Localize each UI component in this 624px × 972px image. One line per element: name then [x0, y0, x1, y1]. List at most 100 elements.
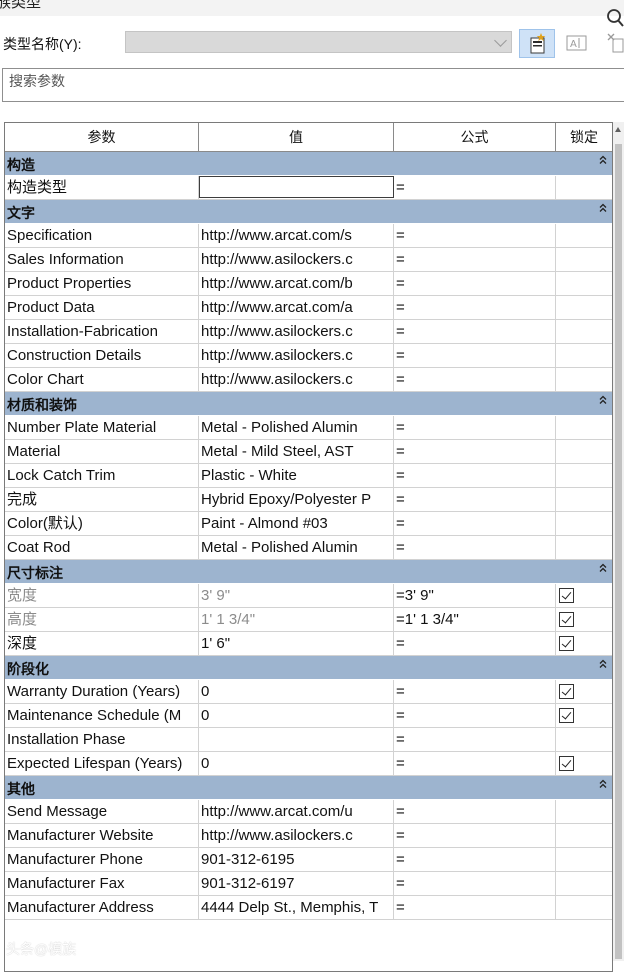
collapse-icon[interactable]	[599, 155, 607, 165]
delete-type-button[interactable]	[604, 30, 624, 54]
parameter-value[interactable]: 0	[199, 704, 394, 727]
lock-checkbox[interactable]	[559, 756, 574, 771]
parameter-value[interactable]: 4444 Delp St., Memphis, T	[199, 896, 394, 919]
lock-checkbox[interactable]	[559, 684, 574, 699]
parameter-value[interactable]: 1' 1 3/4"	[199, 608, 394, 631]
parameter-formula[interactable]: =	[394, 272, 556, 295]
rename-type-button[interactable]: A	[566, 33, 588, 53]
parameter-formula[interactable]: =	[394, 440, 556, 463]
group-header[interactable]: 其他	[5, 776, 612, 800]
parameter-formula[interactable]: =	[394, 464, 556, 487]
parameter-value[interactable]: Metal - Mild Steel, AST	[199, 440, 394, 463]
parameter-formula[interactable]: =1' 1 3/4"	[394, 608, 556, 631]
parameter-value[interactable]: 3' 9"	[199, 584, 394, 607]
collapse-icon[interactable]	[599, 203, 607, 213]
parameter-lock[interactable]	[556, 272, 612, 295]
parameter-value[interactable]: 901-312-6195	[199, 848, 394, 871]
lock-checkbox[interactable]	[559, 612, 574, 627]
collapse-icon[interactable]	[599, 779, 607, 789]
column-header-lock[interactable]: 锁定	[556, 123, 612, 152]
parameter-value[interactable]: Metal - Polished Alumin	[199, 416, 394, 439]
parameter-formula[interactable]: =	[394, 344, 556, 367]
parameter-formula[interactable]: =	[394, 848, 556, 871]
group-header[interactable]: 尺寸标注	[5, 560, 612, 584]
parameter-lock[interactable]	[556, 224, 612, 247]
parameter-formula[interactable]: =	[394, 800, 556, 823]
parameter-value[interactable]: http://www.asilockers.c	[199, 320, 394, 343]
parameter-lock[interactable]	[556, 536, 612, 559]
parameter-formula[interactable]: =	[394, 728, 556, 751]
parameter-value[interactable]: http://www.arcat.com/s	[199, 224, 394, 247]
parameter-lock[interactable]	[556, 728, 612, 751]
lock-checkbox[interactable]	[559, 588, 574, 603]
parameter-lock[interactable]	[556, 440, 612, 463]
parameter-value[interactable]: Hybrid Epoxy/Polyester P	[199, 488, 394, 511]
parameter-formula[interactable]: =	[394, 296, 556, 319]
parameter-lock[interactable]	[556, 752, 612, 775]
parameter-formula[interactable]: =	[394, 368, 556, 391]
parameter-formula[interactable]: =	[394, 824, 556, 847]
parameter-lock[interactable]	[556, 896, 612, 919]
parameter-formula[interactable]: =3' 9"	[394, 584, 556, 607]
parameter-lock[interactable]	[556, 608, 612, 631]
column-header-formula[interactable]: 公式	[394, 123, 556, 152]
parameter-formula[interactable]: =	[394, 320, 556, 343]
parameter-value[interactable]: http://www.asilockers.c	[199, 824, 394, 847]
lock-checkbox[interactable]	[559, 708, 574, 723]
parameter-value[interactable]: http://www.arcat.com/u	[199, 800, 394, 823]
parameter-lock[interactable]	[556, 464, 612, 487]
parameter-formula[interactable]: =	[394, 248, 556, 271]
scroll-up-icon[interactable]	[615, 127, 621, 132]
parameter-lock[interactable]	[556, 584, 612, 607]
search-icon[interactable]	[606, 8, 624, 28]
parameter-value[interactable]: Plastic - White	[199, 464, 394, 487]
parameter-lock[interactable]	[556, 320, 612, 343]
parameter-formula[interactable]: =	[394, 224, 556, 247]
new-type-button[interactable]	[519, 29, 555, 58]
parameter-value[interactable]: http://www.asilockers.c	[199, 248, 394, 271]
parameter-value[interactable]: http://www.asilockers.c	[199, 344, 394, 367]
group-header[interactable]: 阶段化	[5, 656, 612, 680]
parameter-formula[interactable]: =	[394, 416, 556, 439]
parameter-formula[interactable]: =	[394, 512, 556, 535]
parameter-lock[interactable]	[556, 800, 612, 823]
collapse-icon[interactable]	[599, 395, 607, 405]
type-name-dropdown[interactable]	[125, 31, 512, 53]
parameter-value[interactable]: 1' 6"	[199, 632, 394, 655]
parameter-value[interactable]: http://www.arcat.com/b	[199, 272, 394, 295]
parameter-value[interactable]	[199, 728, 394, 751]
parameter-lock[interactable]	[556, 416, 612, 439]
parameter-lock[interactable]	[556, 680, 612, 703]
parameter-formula[interactable]: =	[394, 488, 556, 511]
group-header[interactable]: 文字	[5, 200, 612, 224]
parameter-value[interactable]: 901-312-6197	[199, 872, 394, 895]
parameter-lock[interactable]	[556, 824, 612, 847]
parameter-formula[interactable]: =	[394, 704, 556, 727]
parameter-lock[interactable]	[556, 248, 612, 271]
parameter-lock[interactable]	[556, 704, 612, 727]
column-header-parameter[interactable]: 参数	[5, 123, 199, 152]
parameter-value[interactable]: Paint - Almond #03	[199, 512, 394, 535]
parameter-value[interactable]: 0	[199, 680, 394, 703]
group-header[interactable]: 材质和装饰	[5, 392, 612, 416]
lock-checkbox[interactable]	[559, 636, 574, 651]
collapse-icon[interactable]	[599, 659, 607, 669]
parameter-lock[interactable]	[556, 512, 612, 535]
parameter-formula[interactable]: =	[394, 680, 556, 703]
scrollbar-thumb[interactable]	[615, 144, 622, 959]
vertical-scrollbar[interactable]	[613, 122, 624, 961]
parameter-lock[interactable]	[556, 296, 612, 319]
parameter-formula[interactable]: =	[394, 752, 556, 775]
parameter-value[interactable]: 0	[199, 752, 394, 775]
parameter-lock[interactable]	[556, 632, 612, 655]
parameter-lock[interactable]	[556, 344, 612, 367]
parameter-value[interactable]: http://www.asilockers.c	[199, 368, 394, 391]
group-header[interactable]: 构造	[5, 152, 612, 176]
parameter-lock[interactable]	[556, 488, 612, 511]
parameter-value[interactable]: http://www.arcat.com/a	[199, 296, 394, 319]
parameter-value[interactable]: Metal - Polished Alumin	[199, 536, 394, 559]
parameter-lock[interactable]	[556, 176, 612, 199]
parameter-formula[interactable]: =	[394, 896, 556, 919]
parameter-formula[interactable]: =	[394, 536, 556, 559]
column-header-value[interactable]: 值	[199, 123, 394, 152]
